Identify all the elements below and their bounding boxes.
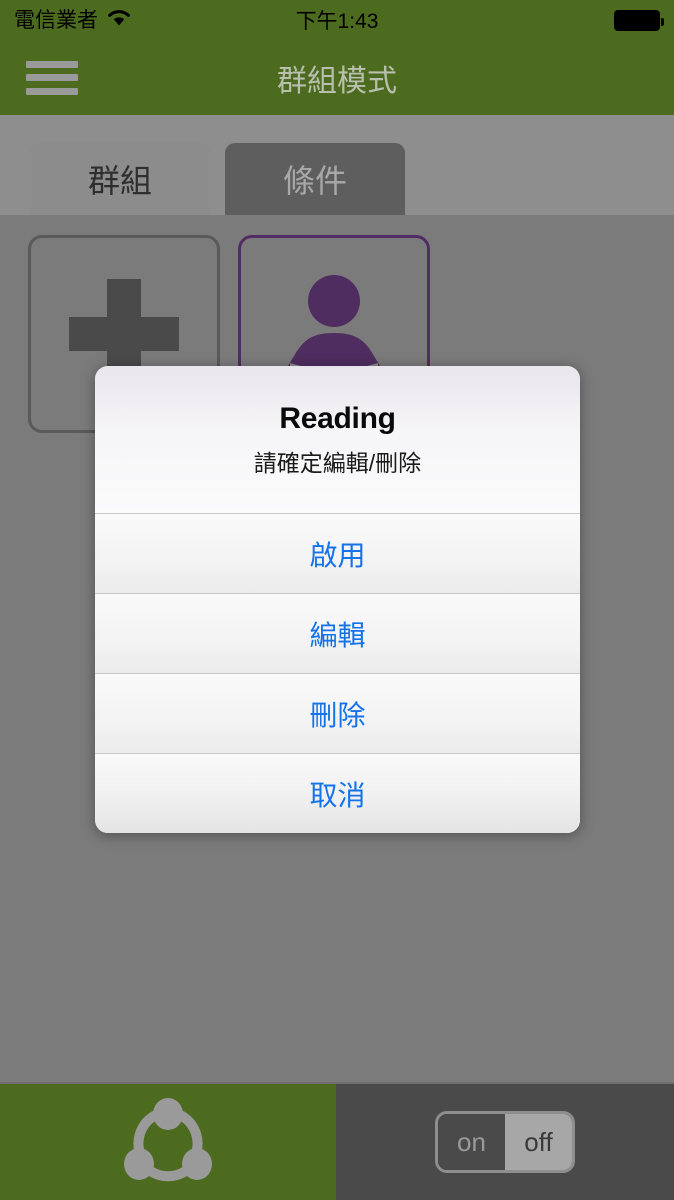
bottom-bar-left[interactable] xyxy=(0,1084,336,1200)
page-title: 群組模式 xyxy=(277,64,397,98)
hamburger-line xyxy=(26,74,78,81)
toggle-off-segment[interactable]: off xyxy=(505,1114,572,1170)
battery-fill xyxy=(616,11,658,29)
app-root: 電信業者 下午1:43 群組模式 群組 條件 Reading 請確定編輯/刪除 … xyxy=(0,0,674,1200)
nav-bar: 群組模式 xyxy=(0,40,674,115)
wifi-icon xyxy=(106,8,132,32)
action-dialog: Reading 請確定編輯/刪除 啟用 編輯 刪除 取消 xyxy=(95,366,580,833)
tab-bar: 群組 條件 xyxy=(0,115,674,215)
toggle-on-segment[interactable]: on xyxy=(438,1114,505,1170)
tab-group[interactable]: 群組 xyxy=(30,143,210,215)
edit-button[interactable]: 編輯 xyxy=(95,594,580,674)
enable-button[interactable]: 啟用 xyxy=(95,514,580,594)
status-bar: 電信業者 下午1:43 xyxy=(0,0,674,40)
clock-label: 下午1:43 xyxy=(295,10,379,33)
status-bar-left: 電信業者 xyxy=(14,8,296,32)
status-bar-center: 下午1:43 xyxy=(296,5,379,35)
status-bar-right xyxy=(378,9,664,31)
on-off-toggle[interactable]: on off xyxy=(435,1111,575,1173)
battery-full-icon xyxy=(614,9,664,31)
share-network-icon xyxy=(124,1098,212,1182)
hamburger-menu-icon[interactable] xyxy=(26,59,78,97)
tab-condition[interactable]: 條件 xyxy=(225,143,405,215)
cancel-button[interactable]: 取消 xyxy=(95,754,580,833)
hamburger-line xyxy=(26,87,78,95)
bottom-bar: on off xyxy=(0,1082,674,1200)
dialog-header: Reading 請確定編輯/刪除 xyxy=(95,366,580,514)
carrier-label: 電信業者 xyxy=(14,8,98,32)
dialog-title: Reading xyxy=(279,401,396,435)
hamburger-line xyxy=(26,60,78,68)
dialog-subtitle: 請確定編輯/刪除 xyxy=(253,449,422,476)
delete-button[interactable]: 刪除 xyxy=(95,674,580,754)
bottom-bar-right: on off xyxy=(336,1084,674,1200)
